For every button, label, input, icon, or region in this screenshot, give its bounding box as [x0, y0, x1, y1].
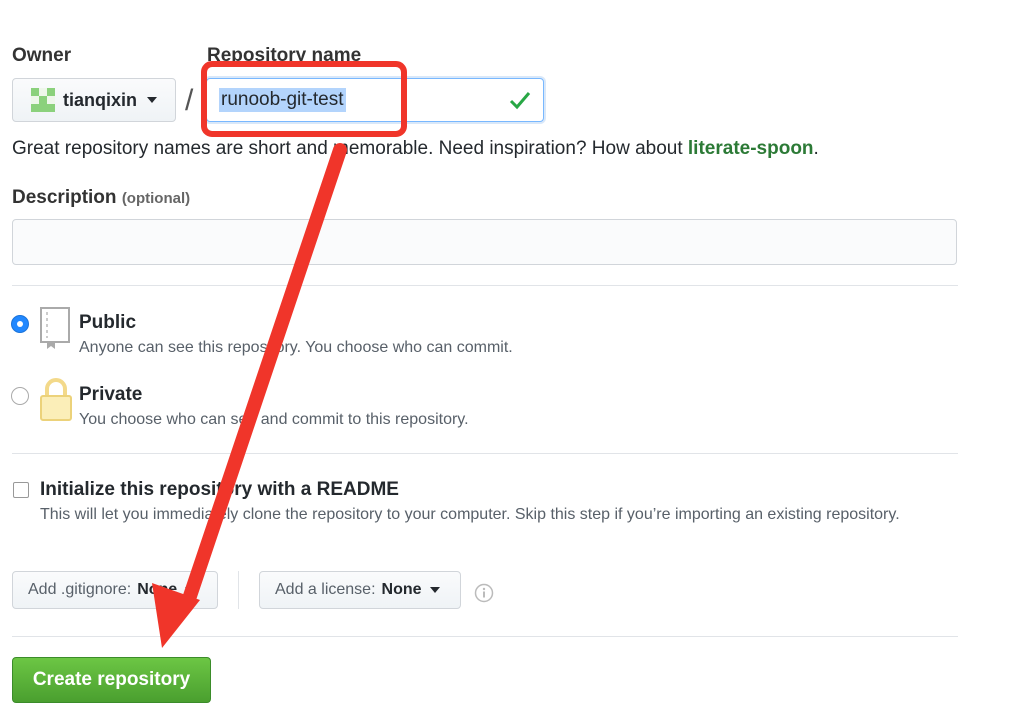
readme-description: This will let you immediately clone the …: [40, 506, 900, 523]
hint-text: Great repository names are short and mem…: [12, 138, 688, 159]
owner-repo-separator: /: [185, 84, 194, 117]
owner-label: Owner: [12, 45, 72, 66]
info-icon[interactable]: [474, 583, 494, 603]
lock-icon: [40, 378, 72, 421]
public-radio[interactable]: [11, 315, 29, 333]
divider: [12, 453, 958, 454]
description-label: Description (optional): [12, 187, 190, 209]
optional-note: (optional): [121, 190, 191, 207]
caret-down-icon: [429, 587, 440, 593]
repo-name-label: Repository name: [207, 45, 362, 66]
identicon: [31, 88, 55, 112]
gitignore-select[interactable]: Add .gitignore: None: [12, 571, 218, 609]
vertical-divider: [238, 571, 239, 609]
repo-name-hint: Great repository names are short and mem…: [12, 138, 819, 160]
hint-period: .: [813, 138, 819, 159]
check-icon: [509, 92, 531, 110]
public-title: Public: [79, 312, 137, 333]
license-label: Add a license:: [275, 581, 376, 598]
description-input[interactable]: [12, 219, 957, 265]
private-title: Private: [79, 384, 143, 405]
private-description: You choose who can see and commit to thi…: [79, 411, 469, 428]
license-select[interactable]: Add a license: None: [259, 571, 461, 609]
caret-down-icon: [185, 587, 196, 593]
gitignore-value: None: [137, 581, 178, 598]
repo-name-value: runoob-git-test: [219, 88, 346, 112]
create-repository-button[interactable]: Create repository: [12, 657, 211, 703]
license-value: None: [381, 581, 422, 598]
readme-checkbox[interactable]: [13, 482, 29, 498]
public-description: Anyone can see this repository. You choo…: [79, 339, 513, 356]
readme-title: Initialize this repository with a README: [40, 479, 399, 500]
owner-select-button[interactable]: tianqixin: [12, 78, 176, 122]
description-label-text: Description: [12, 187, 117, 208]
caret-down-icon: [147, 97, 158, 103]
repo-name-input[interactable]: runoob-git-test: [206, 78, 544, 122]
repo-book-icon: [40, 307, 70, 349]
suggested-name-link[interactable]: literate-spoon: [688, 138, 814, 159]
divider: [12, 285, 958, 286]
owner-name: tianqixin: [63, 89, 138, 110]
gitignore-label: Add .gitignore:: [28, 581, 132, 598]
divider: [12, 636, 958, 637]
private-radio[interactable]: [11, 387, 29, 405]
